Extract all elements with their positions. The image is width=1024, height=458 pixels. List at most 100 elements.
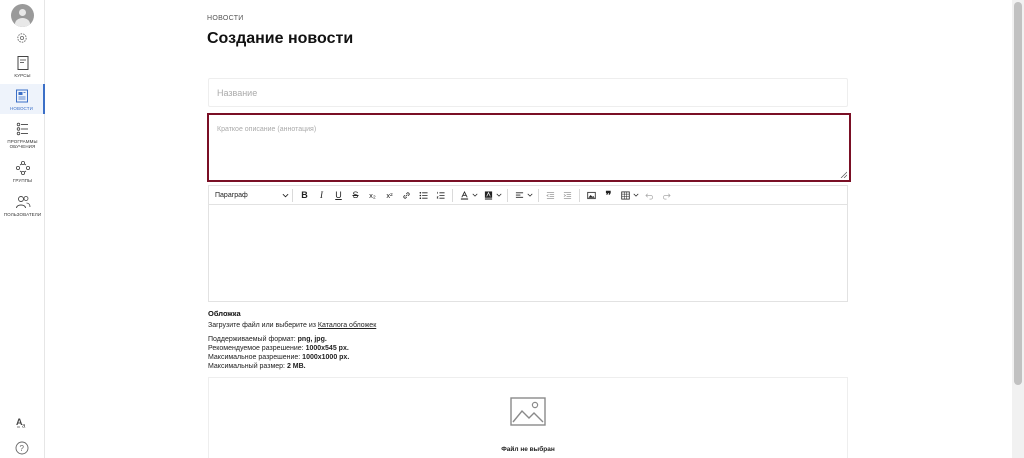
- numbered-list-button[interactable]: [434, 188, 448, 202]
- avatar[interactable]: [11, 4, 34, 27]
- sidebar-item-groups[interactable]: ГРУППЫ: [0, 160, 45, 184]
- insert-image-button[interactable]: [585, 188, 599, 202]
- subscript-icon: x₂: [369, 190, 376, 200]
- link-icon: [403, 191, 410, 199]
- chevron-down-icon[interactable]: [496, 192, 502, 198]
- breadcrumb[interactable]: НОВОСТИ: [207, 15, 244, 22]
- redo-icon: [663, 192, 671, 199]
- cover-dropzone[interactable]: Файл не выбран: [208, 377, 848, 458]
- cover-max-size-label: Максимальный размер:: [208, 363, 287, 370]
- chevron-down-icon[interactable]: [633, 192, 639, 198]
- cover-format-label: Поддерживаемый формат:: [208, 336, 298, 343]
- sidebar-item-label: ГРУППЫ: [12, 178, 33, 183]
- gear-icon[interactable]: [16, 32, 28, 44]
- paragraph-format-select[interactable]: Параграф: [215, 188, 289, 203]
- cover-max-resolution-value: 1000x1000 px.: [302, 354, 350, 361]
- sidebar-item-label: НОВОСТИ: [10, 106, 33, 111]
- superscript-icon: x²: [386, 190, 393, 200]
- align-button[interactable]: [513, 188, 527, 202]
- svg-text:?: ?: [20, 444, 25, 453]
- cover-max-size-line: Максимальный размер: 2 MB.: [208, 362, 306, 371]
- font-color-button[interactable]: [458, 188, 472, 202]
- undo-button[interactable]: [643, 188, 657, 202]
- italic-icon: I: [320, 190, 323, 200]
- numbered-list-icon: [436, 191, 445, 199]
- sidebar-item-programs[interactable]: ПРОГРАММЫ ОБУЧЕНИЯ: [0, 121, 45, 153]
- bold-button[interactable]: B: [298, 188, 312, 202]
- book-icon: [17, 56, 28, 70]
- toolbar-separator: [507, 188, 508, 202]
- table-icon: [621, 190, 630, 200]
- outdent-icon: [546, 191, 555, 199]
- page-scrollbar[interactable]: [1012, 0, 1024, 458]
- cover-max-resolution-line: Максимальное разрешение: 1000x1000 px.: [208, 353, 349, 362]
- avatar-body-shape: [15, 18, 30, 27]
- highlight-color-icon: [484, 190, 493, 200]
- font-color-icon: [460, 190, 469, 200]
- strikethrough-button[interactable]: S: [349, 188, 363, 202]
- annotation-field-wrapper: [207, 113, 851, 182]
- cover-section-title: Обложка: [208, 309, 241, 318]
- underline-button[interactable]: U: [332, 188, 346, 202]
- cover-format-value: png, jpg.: [297, 336, 327, 343]
- toolbar-separator: [579, 188, 580, 202]
- cover-format-line: Поддерживаемый формат: png, jpg.: [208, 335, 327, 344]
- bold-icon: B: [301, 190, 308, 200]
- newspaper-icon: [15, 89, 28, 103]
- users-icon: [15, 196, 30, 209]
- cover-upload-instruction: Загрузите файл или выберите из Каталога …: [208, 321, 376, 330]
- bulleted-list-button[interactable]: [417, 188, 431, 202]
- link-button[interactable]: [400, 188, 414, 202]
- list-icon: [16, 122, 28, 136]
- group-icon: [15, 160, 30, 175]
- scrollbar-thumb[interactable]: [1014, 2, 1022, 385]
- image-icon: [587, 191, 596, 199]
- resize-handle-icon[interactable]: [840, 171, 847, 178]
- editor-toolbar: Параграф B I U S x₂ x² ❞: [208, 185, 848, 204]
- outdent-button[interactable]: [544, 188, 558, 202]
- subscript-button[interactable]: x₂: [366, 188, 380, 202]
- help-icon[interactable]: ?: [15, 441, 29, 455]
- news-title-input[interactable]: [208, 78, 848, 107]
- sidebar-item-users[interactable]: ПОЛЬЗОВАТЕЛИ: [0, 194, 45, 218]
- undo-icon: [645, 192, 653, 199]
- background-color-button[interactable]: [482, 188, 496, 202]
- blockquote-button[interactable]: ❞: [602, 188, 616, 202]
- indent-button[interactable]: [561, 188, 575, 202]
- insert-table-button[interactable]: [619, 188, 633, 202]
- cover-recommended-label: Рекомендуемое разрешение:: [208, 345, 306, 352]
- chevron-down-icon[interactable]: [527, 192, 533, 198]
- language-icon[interactable]: A a: [15, 415, 29, 429]
- sidebar-item-label: КУРСЫ: [14, 73, 31, 78]
- sidebar-item-label: ПОЛЬЗОВАТЕЛИ: [3, 212, 42, 217]
- cover-upload-text: Загрузите файл или выберите из: [208, 322, 318, 329]
- annotation-textarea[interactable]: [209, 115, 849, 180]
- chevron-down-icon[interactable]: [472, 192, 478, 198]
- cover-max-resolution-label: Максимальное разрешение:: [208, 354, 303, 361]
- sidebar-item-label: ПРОГРАММЫ ОБУЧЕНИЯ: [7, 139, 38, 149]
- cover-catalog-link[interactable]: Каталога обложек: [318, 322, 376, 329]
- quote-icon: ❞: [605, 189, 612, 202]
- indent-icon: [563, 191, 572, 199]
- toolbar-separator: [538, 188, 539, 202]
- svg-text:a: a: [22, 424, 26, 430]
- superscript-button[interactable]: x²: [383, 188, 397, 202]
- chevron-down-icon: [282, 193, 289, 197]
- redo-button[interactable]: [660, 188, 674, 202]
- page-title: Создание новости: [207, 30, 354, 47]
- underline-icon: U: [335, 190, 342, 200]
- image-placeholder-icon: [510, 397, 546, 426]
- sidebar-item-courses[interactable]: КУРСЫ: [0, 53, 45, 83]
- cover-recommended-value: 1000x545 px.: [305, 345, 349, 352]
- sidebar-item-news[interactable]: НОВОСТИ: [0, 84, 45, 114]
- sidebar: КУРСЫ НОВОСТИ ПРОГРАММЫ ОБУЧЕНИЯ ГРУППЫ …: [0, 0, 45, 458]
- toolbar-separator: [452, 188, 453, 202]
- editor-content-area[interactable]: [208, 204, 848, 302]
- align-left-icon: [515, 191, 524, 198]
- italic-button[interactable]: I: [315, 188, 329, 202]
- cover-recommended-line: Рекомендуемое разрешение: 1000x545 px.: [208, 344, 349, 353]
- app-window: КУРСЫ НОВОСТИ ПРОГРАММЫ ОБУЧЕНИЯ ГРУППЫ …: [0, 0, 1024, 458]
- bulleted-list-icon: [419, 191, 428, 199]
- paragraph-format-value: Параграф: [215, 191, 248, 199]
- avatar-head-shape: [19, 9, 26, 16]
